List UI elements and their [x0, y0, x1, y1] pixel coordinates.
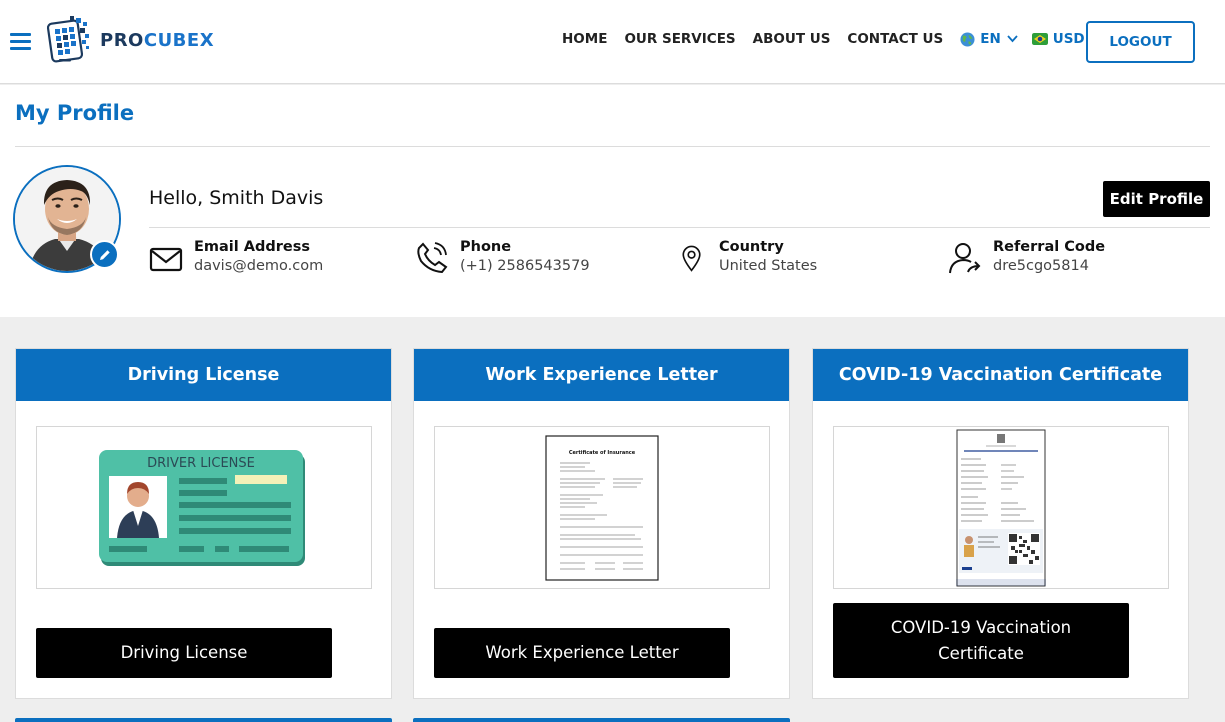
driver-license-image: DRIVER LICENSE	[99, 449, 305, 566]
nav-contact-us[interactable]: CONTACT US	[847, 31, 943, 47]
brand-logo[interactable]: PROCUBEX	[44, 14, 214, 66]
country-label: Country	[719, 239, 784, 255]
document-thumbnail[interactable]: Certificate of Insurance	[434, 426, 770, 589]
main-nav: HOME OUR SERVICES ABOUT US CONTACT US EN…	[562, 31, 1116, 47]
nav-our-services[interactable]: OUR SERVICES	[624, 31, 735, 47]
greeting: Hello, Smith Davis	[149, 187, 324, 209]
nav-home[interactable]: HOME	[562, 31, 607, 47]
user-share-icon	[949, 243, 981, 274]
letter-document-image: Certificate of Insurance	[545, 434, 659, 581]
work-experience-letter-button[interactable]: Work Experience Letter	[434, 628, 730, 678]
globe-icon	[960, 31, 975, 47]
currency-label: USD	[1052, 31, 1085, 47]
phone-info: Phone (+1) 2586543579	[415, 239, 590, 275]
profile-section: My Profile Hello, Smith Davis Edit Profi…	[0, 85, 1225, 317]
country-info: Country United States	[680, 239, 817, 275]
edit-avatar-button[interactable]	[90, 240, 119, 269]
phone-icon	[417, 242, 448, 274]
card-title: Driving License	[16, 349, 391, 401]
document-card-covid-vaccination-certificate: COVID-19 Vaccination Certificate COVID-1…	[812, 348, 1189, 699]
phone-label: Phone	[460, 239, 512, 255]
document-card-driving-license: Driving License DRIVER LICENSE Driving L…	[15, 348, 392, 699]
email-value: davis@demo.com	[194, 258, 324, 274]
hamburger-menu-icon[interactable]	[10, 32, 31, 50]
next-card-header	[413, 718, 790, 722]
referral-info: Referral Code dre5cgo5814	[948, 239, 1105, 275]
next-card-header	[15, 718, 392, 722]
logout-button[interactable]: LOGOUT	[1086, 21, 1195, 63]
divider	[149, 227, 1210, 228]
covid-vaccination-certificate-button[interactable]: COVID-19 Vaccination Certificate	[833, 603, 1129, 678]
nav-about-us[interactable]: ABOUT US	[753, 31, 831, 47]
top-navigation-bar: PROCUBEX HOME OUR SERVICES ABOUT US CONT…	[0, 0, 1225, 84]
location-pin-icon	[682, 245, 701, 272]
card-title: Work Experience Letter	[414, 349, 789, 401]
document-thumbnail[interactable]: DRIVER LICENSE	[36, 426, 372, 589]
pencil-icon	[99, 249, 110, 260]
currency-flag-icon	[1031, 33, 1048, 45]
page-title: My Profile	[15, 101, 135, 125]
language-label: EN	[980, 31, 1001, 47]
language-selector[interactable]: EN	[960, 31, 1018, 47]
email-info: Email Address davis@demo.com	[149, 239, 323, 275]
letter-caption: Certificate of Insurance	[569, 450, 636, 456]
procubex-logo-icon	[46, 16, 89, 63]
brand-name: PROCUBEX	[100, 29, 215, 51]
chevron-down-icon	[1007, 33, 1018, 46]
license-caption: DRIVER LICENSE	[147, 456, 255, 471]
document-card-work-experience-letter: Work Experience Letter Certificate of In…	[413, 348, 790, 699]
email-label: Email Address	[194, 239, 311, 255]
referral-label: Referral Code	[993, 239, 1106, 255]
referral-value: dre5cgo5814	[993, 258, 1089, 274]
vaccination-certificate-image	[956, 429, 1046, 586]
divider	[15, 146, 1210, 147]
phone-value: (+1) 2586543579	[460, 258, 590, 274]
edit-profile-button[interactable]: Edit Profile	[1103, 181, 1210, 217]
country-value: United States	[719, 258, 818, 274]
document-thumbnail[interactable]	[833, 426, 1169, 589]
driving-license-button[interactable]: Driving License	[36, 628, 332, 678]
card-title: COVID-19 Vaccination Certificate	[813, 349, 1188, 401]
envelope-icon	[149, 247, 183, 272]
